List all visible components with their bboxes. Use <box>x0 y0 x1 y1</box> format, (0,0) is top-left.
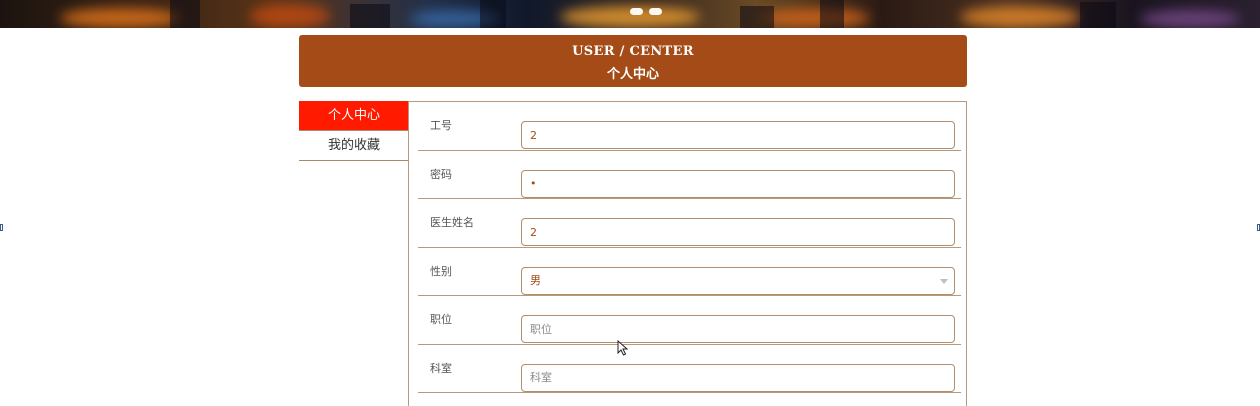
form-row-gender: 性别 男 <box>418 248 961 296</box>
password-input[interactable] <box>521 169 955 198</box>
carousel-dot-1[interactable] <box>630 8 643 15</box>
banner-light <box>60 8 180 28</box>
profile-form: 工号 密码 医生姓名 性别 男 职位 科室 <box>408 101 967 406</box>
field-label: 密码 <box>430 167 452 181</box>
sidebar-item-personal-center[interactable]: 个人中心 <box>299 101 409 131</box>
gender-select[interactable]: 男 <box>521 266 955 295</box>
banner-light <box>250 4 330 28</box>
sidebar-item-label: 我的收藏 <box>327 138 380 153</box>
banner-building <box>820 0 844 28</box>
banner-light <box>1140 10 1240 28</box>
form-row-password: 密码 <box>418 151 961 199</box>
field-label: 性别 <box>430 264 452 278</box>
position-input[interactable] <box>521 315 955 343</box>
field-label: 职位 <box>430 313 452 326</box>
mouse-cursor-icon <box>617 340 629 356</box>
sidebar-item-my-favorites[interactable]: 我的收藏 <box>299 131 409 161</box>
sidebar-item-label: 个人中心 <box>327 108 380 123</box>
page-title-cn: 个人中心 <box>606 67 659 82</box>
sidebar-nav: 个人中心 我的收藏 <box>299 101 409 161</box>
banner-light <box>960 6 1080 28</box>
carousel-dot-2[interactable] <box>649 8 662 15</box>
form-row-employee-id: 工号 <box>418 102 961 151</box>
department-input[interactable] <box>521 363 955 392</box>
gender-selected-value: 男 <box>530 273 541 287</box>
banner-building <box>480 0 506 28</box>
doctor-name-input[interactable] <box>521 218 955 246</box>
page-header: USER / CENTER 个人中心 <box>299 35 967 87</box>
employee-id-input[interactable] <box>521 121 955 149</box>
field-label: 工号 <box>430 119 452 132</box>
form-row-department: 科室 <box>418 345 961 393</box>
banner-building <box>1080 2 1116 28</box>
banner-building <box>740 6 774 28</box>
left-edge-marker <box>0 224 3 231</box>
field-label: 医生姓名 <box>430 216 474 229</box>
chevron-down-icon <box>940 278 948 284</box>
carousel-indicators <box>630 8 662 15</box>
banner-building <box>170 0 200 28</box>
page-title-en: USER / CENTER <box>572 44 694 59</box>
banner-carousel <box>0 0 1260 28</box>
banner-building <box>350 4 390 28</box>
form-row-position: 职位 <box>418 296 961 345</box>
field-label: 科室 <box>430 361 452 375</box>
form-row-doctor-name: 医生姓名 <box>418 199 961 248</box>
banner-light <box>760 8 870 28</box>
